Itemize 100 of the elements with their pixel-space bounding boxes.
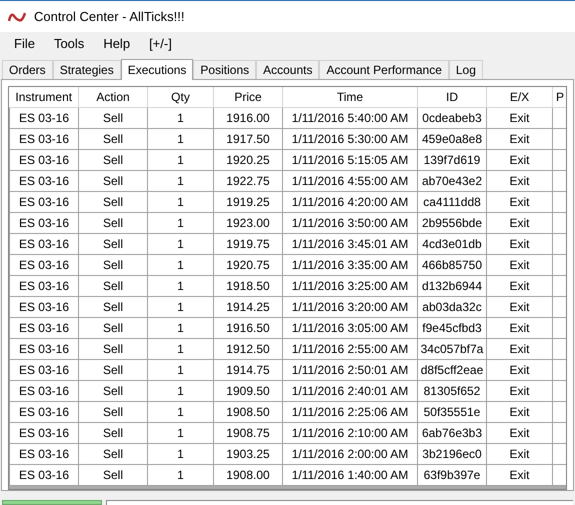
tab[interactable]: Accounts xyxy=(256,60,320,79)
column-header[interactable]: Price xyxy=(214,87,282,107)
table-cell: ES 03-16 xyxy=(10,275,78,296)
table-cell: 1/11/2016 2:00:00 AM xyxy=(282,443,418,464)
table-cell: ES 03-16 xyxy=(10,233,78,254)
table-cell: ES 03-16 xyxy=(10,359,78,380)
table-cell: d8f5cff2eae xyxy=(418,359,486,380)
table-cell: 1/11/2016 3:45:01 AM xyxy=(282,233,418,254)
table-cell: Sell xyxy=(78,149,148,170)
table-cell: 1 xyxy=(148,422,214,443)
table-cell: ab70e43e2 xyxy=(418,170,486,191)
table-cell: 34c057bf7a xyxy=(418,338,486,359)
window-title: Control Center - AllTicks!!! xyxy=(34,8,185,26)
column-header[interactable]: E/X xyxy=(486,87,552,107)
table-cell: Exit xyxy=(486,380,552,401)
table-cell: Sell xyxy=(78,401,148,422)
table-cell: Sell xyxy=(78,254,148,275)
column-header[interactable]: Time xyxy=(282,87,418,107)
table-cell: 1/11/2016 5:40:00 AM xyxy=(282,107,418,128)
table-cell: 1 xyxy=(148,338,214,359)
menu-item[interactable]: Tools xyxy=(46,33,92,55)
table-cell: 4cd3e01db xyxy=(418,233,486,254)
table-cell: 1/11/2016 3:50:00 AM xyxy=(282,212,418,233)
table-cell: Exit xyxy=(486,212,552,233)
table-cell: 1 xyxy=(148,191,214,212)
table-cell: Sell xyxy=(78,191,148,212)
table-cell: Exit xyxy=(486,170,552,191)
table-cell: 1/11/2016 3:20:00 AM xyxy=(282,296,418,317)
table-cell: 1/11/2016 5:15:05 AM xyxy=(282,149,418,170)
table-cell: 50f35551e xyxy=(418,401,486,422)
table-cell: 1919.75 xyxy=(214,233,282,254)
table-cell: Sell xyxy=(78,212,148,233)
table-cell: 1/11/2016 3:25:00 AM xyxy=(282,275,418,296)
column-header[interactable]: Instrument xyxy=(10,87,78,107)
table-cell: ES 03-16 xyxy=(10,296,78,317)
table-cell: Exit xyxy=(486,443,552,464)
tab[interactable]: Strategies xyxy=(52,60,121,79)
table-cell: 1922.75 xyxy=(214,170,282,191)
tab[interactable]: Orders xyxy=(2,60,53,79)
table-cell: Sell xyxy=(78,128,148,149)
table-cell: Exit xyxy=(486,464,552,485)
table-cell: 466b85750 xyxy=(418,254,486,275)
table-cell: 6ab76e3b3 xyxy=(418,422,486,443)
table-cell: 1908.75 xyxy=(214,422,282,443)
table-cell: 1/11/2016 4:55:00 AM xyxy=(282,170,418,191)
table-cell: 3b2196ec0 xyxy=(418,443,486,464)
table-cell: ES 03-16 xyxy=(10,422,78,443)
menu-item[interactable]: [+/-] xyxy=(141,33,180,55)
table-cell: 1/11/2016 3:35:00 AM xyxy=(282,254,418,275)
table-cell: Exit xyxy=(486,401,552,422)
table-cell: Sell xyxy=(78,359,148,380)
table-cell: Exit xyxy=(486,107,552,128)
table-cell: Sell xyxy=(78,338,148,359)
menu-item[interactable]: File xyxy=(6,33,43,55)
table-cell: Sell xyxy=(78,233,148,254)
column-header[interactable]: Qty xyxy=(148,87,214,107)
column-header[interactable]: P xyxy=(552,87,566,107)
table-cell: 1 xyxy=(148,107,214,128)
table-cell: Sell xyxy=(78,380,148,401)
table-cell: 1 xyxy=(148,317,214,338)
table-cell: ES 03-16 xyxy=(10,380,78,401)
table-cell: 1/11/2016 5:30:00 AM xyxy=(282,128,418,149)
menu-item[interactable]: Help xyxy=(95,33,138,55)
table-cell: 1 xyxy=(148,443,214,464)
table-cell: ES 03-16 xyxy=(10,170,78,191)
table-cell: 1914.25 xyxy=(214,296,282,317)
table-cell: ES 03-16 xyxy=(10,149,78,170)
table-cell: 1 xyxy=(148,254,214,275)
table-cell: 1/11/2016 3:05:00 AM xyxy=(282,317,418,338)
table-cell: 1 xyxy=(148,380,214,401)
table-cell: 1/11/2016 2:25:06 AM xyxy=(282,401,418,422)
table-cell: 1912.50 xyxy=(214,338,282,359)
tab[interactable]: Executions xyxy=(120,59,194,80)
column-header[interactable]: Action xyxy=(78,87,148,107)
column-header[interactable]: ID xyxy=(418,87,486,107)
table-cell: ES 03-16 xyxy=(10,128,78,149)
table-cell: ES 03-16 xyxy=(10,401,78,422)
table-cell: Exit xyxy=(486,275,552,296)
table-cell: Sell xyxy=(78,275,148,296)
table-cell: 1920.75 xyxy=(214,254,282,275)
table-cell: 1916.00 xyxy=(214,107,282,128)
table-cell: 1/11/2016 4:20:00 AM xyxy=(282,191,418,212)
table-cell: Exit xyxy=(486,233,552,254)
tab[interactable]: Account Performance xyxy=(319,60,449,79)
table-cell: 1920.25 xyxy=(214,149,282,170)
tab[interactable]: Positions xyxy=(193,60,256,79)
table-cell: 1 xyxy=(148,170,214,191)
table-cell: 139f7d619 xyxy=(418,149,486,170)
table-cell: 63f9b397e xyxy=(418,464,486,485)
table-cell: Sell xyxy=(78,422,148,443)
tab[interactable]: Log xyxy=(448,60,483,79)
table-cell: ES 03-16 xyxy=(10,464,78,485)
table-cell: Exit xyxy=(486,149,552,170)
table-cell: 1 xyxy=(148,359,214,380)
table-cell: 1 xyxy=(148,275,214,296)
table-cell: 1919.25 xyxy=(214,191,282,212)
table-cell: Exit xyxy=(486,422,552,443)
table-cell: ES 03-16 xyxy=(10,317,78,338)
table-cell: 1918.50 xyxy=(214,275,282,296)
table-cell: ES 03-16 xyxy=(10,338,78,359)
